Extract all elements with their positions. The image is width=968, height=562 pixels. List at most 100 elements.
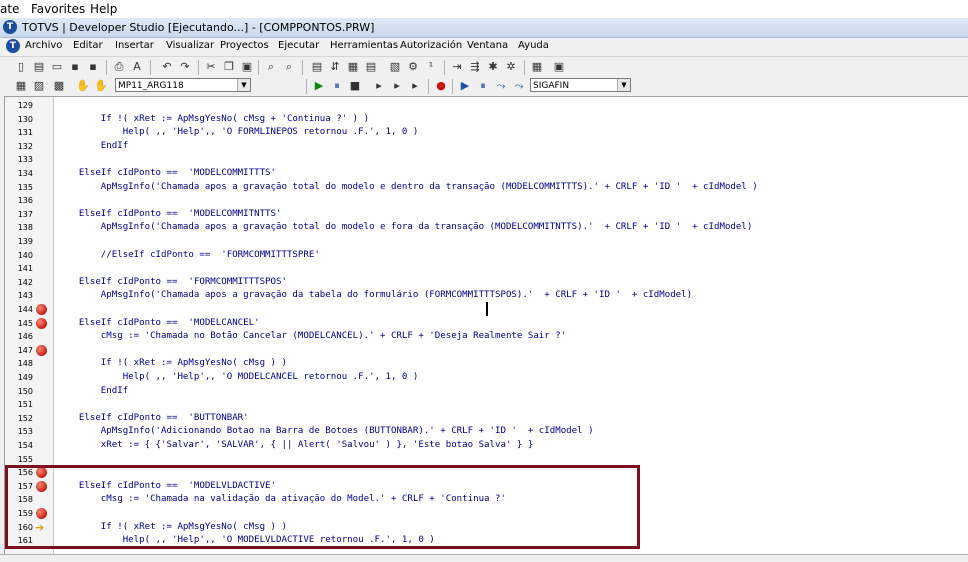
copy-icon[interactable]: ❐ xyxy=(222,60,236,74)
cut-icon[interactable]: ✂ xyxy=(204,60,218,74)
code-text: If !( xRet := ApMsgYesNo( cMsg + 'Contin… xyxy=(57,113,370,124)
env-add-icon[interactable]: ▨ xyxy=(32,79,46,93)
indent-icon[interactable]: ⇥ xyxy=(450,60,464,74)
code-line[interactable]: 148 If !( xRet := ApMsgYesNo( cMsg ) ) xyxy=(5,357,968,371)
menu-insertar[interactable]: Insertar xyxy=(115,40,154,51)
code-line[interactable]: 133 xyxy=(5,153,968,167)
trace-icon[interactable]: ⤳ xyxy=(494,79,508,93)
bookmark-icon[interactable]: ✱ xyxy=(486,60,500,74)
new-project-icon[interactable]: ▤ xyxy=(32,60,46,74)
menu-proyectos[interactable]: Proyectos xyxy=(220,40,269,51)
code-line[interactable]: 129 xyxy=(5,99,968,113)
breakpoint-icon[interactable]: ● xyxy=(434,79,448,93)
run-to-cursor-icon[interactable]: ⤳ xyxy=(512,79,526,93)
compile-project-icon[interactable]: ⇵ xyxy=(328,60,342,74)
patch-icon[interactable]: ⚙ xyxy=(406,60,420,74)
menu-ventana[interactable]: Ventana xyxy=(467,40,508,51)
grid-icon[interactable]: ▦ xyxy=(530,60,544,74)
undo-icon[interactable]: ↶ xyxy=(160,60,174,74)
open-folder-icon[interactable]: ▭ xyxy=(50,60,64,74)
run-icon[interactable]: ▶ xyxy=(312,79,326,93)
continue-icon[interactable]: ▶ xyxy=(458,79,472,93)
disconnect-icon[interactable]: ✋ xyxy=(94,79,108,93)
save-icon[interactable]: ▪ xyxy=(68,60,82,74)
code-line[interactable]: 131 Help( ,, 'Help',, 'O FORMLINEPOS ret… xyxy=(5,126,968,140)
code-line[interactable]: 136 xyxy=(5,194,968,208)
code-line[interactable]: 142 ElseIf cIdPonto == 'FORMCOMMITTTSPOS… xyxy=(5,276,968,290)
menu-ejecutar[interactable]: Ejecutar xyxy=(278,40,319,51)
breakpoint-icon[interactable] xyxy=(36,344,47,356)
paste-icon[interactable]: ▣ xyxy=(240,60,254,74)
code-line[interactable]: 132 EndIf xyxy=(5,140,968,154)
code-line[interactable]: 143 ApMsgInfo('Chamada apos a gravação d… xyxy=(5,289,968,303)
binary-icon[interactable]: ¹ xyxy=(424,60,438,74)
stop-icon[interactable]: ■ xyxy=(348,79,362,93)
code-line[interactable]: 137 ElseIf cIdPonto == 'MODELCOMMITNTTS' xyxy=(5,208,968,222)
menu-archivo[interactable]: Archivo xyxy=(25,40,62,51)
spell-check-icon[interactable]: A xyxy=(130,60,144,74)
code-line[interactable]: 135 ApMsgInfo('Chamada apos a gravação t… xyxy=(5,181,968,195)
code-line[interactable]: 152 ElseIf cIdPonto == 'BUTTONBAR' xyxy=(5,412,968,426)
env-config-icon[interactable]: ▩ xyxy=(52,79,66,93)
menu-item-help[interactable]: Help xyxy=(90,2,117,16)
step-out-icon[interactable]: ▸ xyxy=(408,79,422,93)
code-line[interactable]: 147 xyxy=(5,344,968,358)
menu-autorizacion[interactable]: Autorización xyxy=(400,40,462,51)
menu-item-favorites[interactable]: Favorites xyxy=(31,2,85,16)
code-line[interactable]: 153 ApMsgInfo('Adicionando Botao na Barr… xyxy=(5,425,968,439)
code-line[interactable]: 154 xRet := { {'Salvar', 'SALVAR', { || … xyxy=(5,439,968,453)
window-icon[interactable]: ▣ xyxy=(552,60,566,74)
menu-herramientas[interactable]: Herramientas xyxy=(330,40,398,51)
compile-icon[interactable]: ▤ xyxy=(310,60,324,74)
connect-icon[interactable]: ✋ xyxy=(76,79,90,93)
code-text: ApMsgInfo('Chamada apos a gravação total… xyxy=(57,181,758,192)
code-line[interactable]: 141 xyxy=(5,262,968,276)
code-line[interactable]: 134 ElseIf cIdPonto == 'MODELCOMMITTTS' xyxy=(5,167,968,181)
code-line[interactable]: 146 cMsg := 'Chamada no Botão Cancelar (… xyxy=(5,330,968,344)
step-over-icon[interactable]: ▸ xyxy=(390,79,404,93)
menu-visualizar[interactable]: Visualizar xyxy=(166,40,214,51)
code-line[interactable]: 145 ElseIf cIdPonto == 'MODELCANCEL' xyxy=(5,317,968,331)
breakpoint-icon[interactable] xyxy=(36,304,47,315)
line-number: 148 xyxy=(17,359,33,369)
environment-combo[interactable]: MP11_ARG118 ▼ xyxy=(115,78,251,92)
highlight-box xyxy=(5,465,640,549)
print-icon[interactable]: ⎙ xyxy=(112,60,126,74)
code-line[interactable]: 139 xyxy=(5,235,968,249)
pause-icon[interactable]: ⏸ xyxy=(330,79,344,93)
code-line[interactable]: 149 Help( ,, 'Help',, 'O MODELCANCEL ret… xyxy=(5,371,968,385)
toolbar-separator xyxy=(198,60,199,75)
line-number: 136 xyxy=(17,196,33,206)
menu-item-create[interactable]: ate xyxy=(0,2,19,16)
find-replace-icon[interactable]: ⌕ xyxy=(282,60,296,74)
format-icon[interactable]: ⇶ xyxy=(468,60,482,74)
module-combo[interactable]: SIGAFIN ▼ xyxy=(530,78,631,92)
chevron-down-icon[interactable]: ▼ xyxy=(617,79,630,91)
redo-icon[interactable]: ↷ xyxy=(178,60,192,74)
menu-ayuda[interactable]: Ayuda xyxy=(518,40,549,51)
code-line[interactable]: 140 //ElseIf cIdPonto == 'FORMCOMMITTTSP… xyxy=(5,249,968,263)
find-icon[interactable]: ⌕ xyxy=(264,60,278,74)
breakpoint-icon[interactable] xyxy=(36,317,47,329)
list-icon[interactable]: ▦ xyxy=(346,60,360,74)
app-icon[interactable]: T xyxy=(6,39,20,53)
line-number: 137 xyxy=(17,209,33,219)
step-into-icon[interactable]: ▸ xyxy=(372,79,386,93)
code-text: EndIf xyxy=(57,385,129,396)
rpo-icon[interactable]: ▧ xyxy=(388,60,402,74)
new-file-icon[interactable]: ▯ xyxy=(14,60,28,74)
code-line[interactable]: 130 If !( xRet := ApMsgYesNo( cMsg + 'Co… xyxy=(5,113,968,127)
chevron-down-icon[interactable]: ▼ xyxy=(237,79,250,91)
code-line[interactable]: 138 ApMsgInfo('Chamada apos a gravação t… xyxy=(5,221,968,235)
line-number: 140 xyxy=(17,250,33,260)
line-number: 145 xyxy=(17,318,33,328)
toolbar-separator xyxy=(428,79,429,94)
table-icon[interactable]: ▤ xyxy=(364,60,378,74)
menu-editar[interactable]: Editar xyxy=(73,40,103,51)
code-line[interactable]: 150 EndIf xyxy=(5,385,968,399)
code-line[interactable]: 151 xyxy=(5,398,968,412)
env-icon[interactable]: ▦ xyxy=(14,79,28,93)
break-icon[interactable]: ⏸ xyxy=(476,79,490,93)
highlight-icon[interactable]: ✲ xyxy=(504,60,518,74)
save-all-icon[interactable]: ▪ xyxy=(86,60,100,74)
